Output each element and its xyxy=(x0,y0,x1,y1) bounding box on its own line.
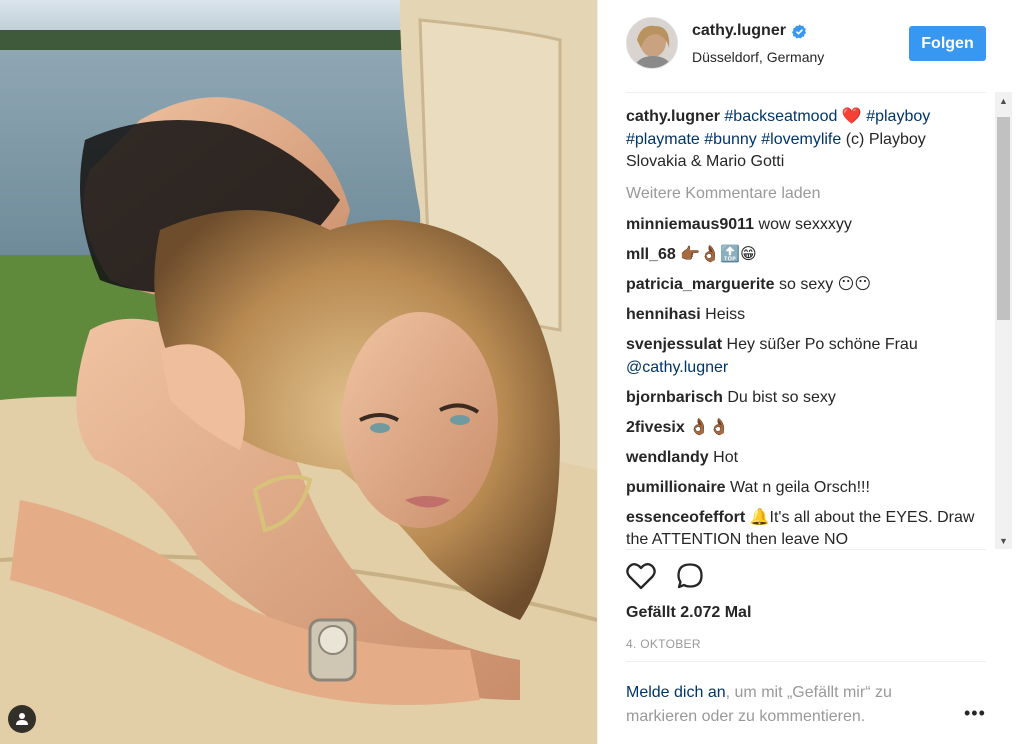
comment-username[interactable]: hennihasi xyxy=(626,306,701,323)
comment-item: mll_68 👉🏾👌🏾🔝😁 xyxy=(626,244,988,267)
hashtag-link[interactable]: #playboy xyxy=(866,108,930,125)
comment-username[interactable]: minniemaus9011 xyxy=(626,216,754,233)
avatar[interactable] xyxy=(626,17,678,69)
comment-username[interactable]: mll_68 xyxy=(626,246,676,263)
divider xyxy=(626,661,986,662)
comment-text: Hot xyxy=(713,448,739,466)
comment-item: wendlandy Hot xyxy=(626,447,988,470)
comment-text: wow sexxxyy xyxy=(758,216,852,233)
user-line: cathy.lugner xyxy=(692,22,807,40)
divider xyxy=(626,92,986,93)
heart-emoji: ❤️ xyxy=(841,108,862,125)
likes-count[interactable]: Gefällt 2.072 Mal xyxy=(626,604,751,622)
comment-item: hennihasi Heiss xyxy=(626,304,988,327)
comments-list: cathy.lugner #backseatmood ❤️ #playboy #… xyxy=(626,106,988,549)
post-header: cathy.lugner Düsseldorf, Germany Folgen xyxy=(598,0,998,92)
comment-item: minniemaus9011 wow sexxxyy xyxy=(626,214,988,237)
username-link[interactable]: cathy.lugner xyxy=(692,22,786,40)
comment-username[interactable]: bjornbarisch xyxy=(626,389,723,406)
comment-text: so sexy 😶😶 xyxy=(778,276,872,293)
comment-username[interactable]: wendlandy xyxy=(626,449,709,466)
comment-text: 👉🏾👌🏾🔝😁 xyxy=(680,246,757,263)
hashtag-link[interactable]: #bunny xyxy=(704,131,757,148)
comment-button[interactable] xyxy=(676,562,704,595)
post-photo[interactable] xyxy=(0,0,597,744)
comment-item: bjornbarisch Du bist so sexy xyxy=(626,387,988,410)
comment-text: Du bist so sexy xyxy=(727,388,836,406)
tag-user-button[interactable] xyxy=(8,705,36,733)
follow-button[interactable]: Folgen xyxy=(909,26,986,61)
more-options-button[interactable]: ••• xyxy=(964,703,986,724)
comment-username[interactable]: patricia_marguerite xyxy=(626,276,775,293)
verified-badge-icon xyxy=(791,23,807,38)
location-link[interactable]: Düsseldorf, Germany xyxy=(692,49,824,65)
comment-item: 2fivesix 👌🏾👌🏾 xyxy=(626,417,988,440)
comment-username[interactable]: 2fivesix xyxy=(626,419,685,436)
comment-text: Heiss xyxy=(705,306,746,323)
comment-item: patricia_marguerite so sexy 😶😶 xyxy=(626,274,988,297)
login-prompt: Melde dich an, um mit „Gefällt mir“ zu m… xyxy=(626,681,946,729)
scroll-down-arrow-icon[interactable]: ▼ xyxy=(995,532,1012,549)
comment-text: Hey süßer Po schöne Frau xyxy=(726,336,918,353)
caption: cathy.lugner #backseatmood ❤️ #playboy #… xyxy=(626,106,988,174)
comment-item: essenceofeffort 🔔It's all about the EYES… xyxy=(626,507,988,550)
hashtag-link[interactable]: #backseatmood xyxy=(724,108,837,125)
hashtag-link[interactable]: #playmate xyxy=(626,131,700,148)
scroll-up-arrow-icon[interactable]: ▲ xyxy=(995,92,1012,109)
comment-item: svenjessulat Hey süßer Po schöne Frau @c… xyxy=(626,334,988,379)
login-link[interactable]: Melde dich an xyxy=(626,684,726,701)
photo-illustration xyxy=(0,0,597,744)
mention-link[interactable]: @cathy.lugner xyxy=(626,359,728,376)
post-sidebar: cathy.lugner Düsseldorf, Germany Folgen … xyxy=(597,0,1017,744)
comment-username[interactable]: pumillionaire xyxy=(626,479,726,496)
divider xyxy=(626,549,986,550)
post-date: 4. OKTOBER xyxy=(626,637,701,651)
scrollbar-thumb[interactable] xyxy=(997,117,1010,320)
heart-outline-icon xyxy=(626,563,656,590)
comment-username[interactable]: essenceofeffort xyxy=(626,509,745,526)
comments-scrollbar[interactable]: ▲ ▼ xyxy=(995,92,1012,549)
comment-text: 👌🏾👌🏾 xyxy=(689,418,730,436)
hashtag-link[interactable]: #lovemylife xyxy=(761,131,841,148)
comment-text: Wat n geila Orsch!!! xyxy=(730,478,870,496)
caption-username[interactable]: cathy.lugner xyxy=(626,108,720,125)
load-more-comments-button[interactable]: Weitere Kommentare laden xyxy=(626,183,988,206)
speech-bubble-icon xyxy=(677,563,703,589)
avatar-image xyxy=(627,18,677,68)
post-actions xyxy=(626,562,704,595)
like-button[interactable] xyxy=(626,562,656,595)
comment-item: pumillionaire Wat n geila Orsch!!! xyxy=(626,477,988,500)
comment-username[interactable]: svenjessulat xyxy=(626,336,722,353)
user-tag-icon xyxy=(16,713,28,725)
